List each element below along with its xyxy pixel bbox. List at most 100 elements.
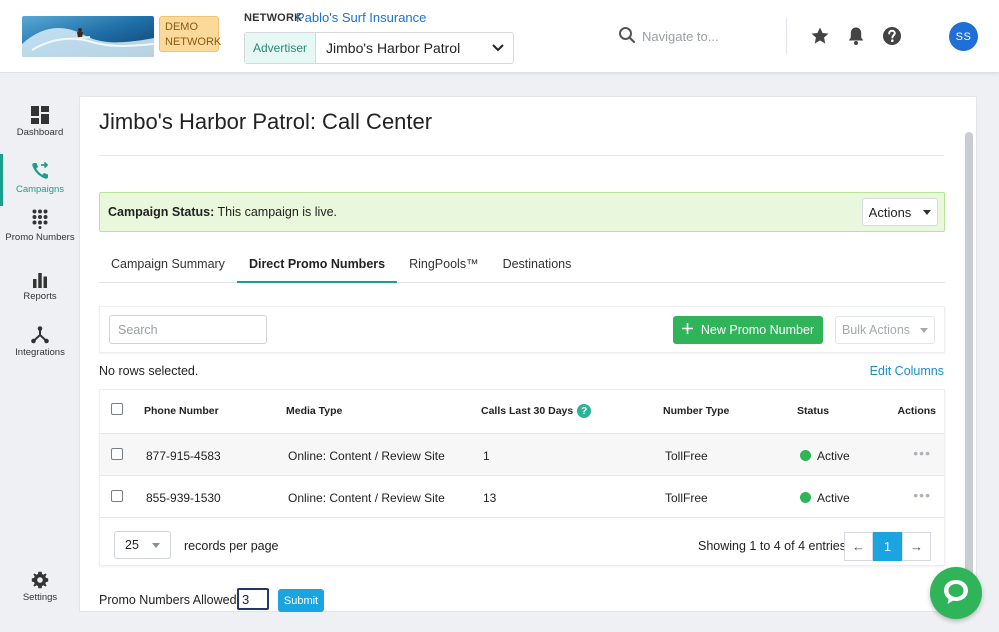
number-type-cell: TollFree bbox=[665, 449, 708, 463]
new-promo-number-button[interactable]: New Promo Number bbox=[673, 316, 823, 344]
status-text: Active bbox=[817, 491, 850, 505]
media-type-cell: Online: Content / Review Site bbox=[288, 491, 445, 505]
table-row: 855-939-1530 Online: Content / Review Si… bbox=[100, 476, 944, 518]
sidebar-item-campaigns[interactable]: Campaigns bbox=[0, 154, 80, 206]
next-page-button[interactable]: → bbox=[902, 532, 931, 561]
chat-widget-button[interactable] bbox=[930, 567, 982, 619]
main-card: Jimbo's Harbor Patrol: Call Center Campa… bbox=[79, 96, 977, 612]
actions-dropdown-button[interactable]: Actions bbox=[862, 198, 938, 226]
caret-down-icon bbox=[152, 543, 160, 548]
status-cell: Active bbox=[800, 491, 850, 505]
top-header: DEMO NETWORK NETWORK Pablo's Surf Insura… bbox=[0, 0, 999, 73]
promo-numbers-allowed-input[interactable] bbox=[237, 588, 269, 610]
tab-campaign-summary[interactable]: Campaign Summary bbox=[99, 257, 237, 283]
column-header-number-type[interactable]: Number Type bbox=[663, 405, 729, 417]
phone-number-cell[interactable]: 855-939-1530 bbox=[146, 491, 221, 505]
more-actions-icon[interactable]: ••• bbox=[913, 487, 931, 503]
sidebar-item-reports[interactable]: Reports bbox=[0, 272, 80, 302]
promo-numbers-allowed-label: Promo Numbers Allowed: bbox=[99, 593, 241, 607]
header-divider bbox=[786, 18, 787, 54]
page-scrollbar[interactable] bbox=[965, 132, 973, 602]
rows-selected-text: No rows selected. bbox=[99, 364, 199, 378]
bar-chart-icon bbox=[0, 272, 80, 288]
campaign-status-text: Campaign Status: This campaign is live. bbox=[108, 205, 337, 219]
sidebar-item-dashboard[interactable]: Dashboard bbox=[0, 106, 80, 138]
table-row: 877-915-4583 Online: Content / Review Si… bbox=[100, 434, 944, 476]
page-title: Jimbo's Harbor Patrol: Call Center bbox=[99, 109, 433, 134]
row-checkbox[interactable] bbox=[111, 448, 123, 460]
sidebar-item-promo-numbers[interactable]: Promo Numbers bbox=[0, 209, 80, 243]
search-input[interactable] bbox=[109, 315, 267, 344]
tab-destinations[interactable]: Destinations bbox=[491, 257, 584, 283]
submit-button[interactable]: Submit bbox=[278, 589, 324, 612]
bulk-actions-button[interactable]: Bulk Actions bbox=[835, 316, 935, 344]
column-header-actions: Actions bbox=[897, 405, 936, 417]
phone-number-cell[interactable]: 877-915-4583 bbox=[146, 449, 221, 463]
caret-down-icon bbox=[923, 209, 932, 215]
navigate-search[interactable]: Navigate to... bbox=[618, 26, 719, 47]
table-header-row: Phone Number Media Type Calls Last 30 Da… bbox=[100, 390, 944, 434]
prev-page-button[interactable]: ← bbox=[844, 532, 873, 561]
star-icon[interactable] bbox=[810, 26, 830, 46]
chat-bubble-icon bbox=[941, 577, 971, 610]
tab-ringpools[interactable]: RingPools™ bbox=[397, 257, 490, 283]
sidebar-item-integrations[interactable]: Integrations bbox=[0, 326, 80, 358]
column-header-phone-number[interactable]: Phone Number bbox=[144, 405, 219, 417]
sidebar-item-label: Campaigns bbox=[15, 184, 65, 195]
calls-header-label: Calls Last 30 Days bbox=[481, 404, 574, 417]
actions-label: Actions bbox=[868, 204, 912, 220]
network-name-link[interactable]: Pablo's Surf Insurance bbox=[296, 10, 426, 25]
column-header-calls-last-30-days[interactable]: Calls Last 30 Days? bbox=[481, 404, 592, 418]
status-active-dot-icon bbox=[800, 492, 811, 503]
caret-down-icon bbox=[920, 327, 929, 333]
column-header-media-type[interactable]: Media Type bbox=[286, 405, 342, 417]
column-header-status[interactable]: Status bbox=[797, 405, 829, 417]
campaign-tabs: Campaign Summary Direct Promo Numbers Ri… bbox=[99, 257, 945, 283]
network-label: NETWORK bbox=[244, 12, 303, 24]
status-active-dot-icon bbox=[800, 450, 811, 461]
gear-icon bbox=[0, 571, 80, 589]
brand-logo[interactable] bbox=[22, 16, 154, 57]
demo-network-badge: DEMO NETWORK bbox=[159, 16, 221, 52]
status-text: Active bbox=[817, 449, 850, 463]
campaign-status-value: This campaign is live. bbox=[217, 205, 338, 219]
number-type-cell: TollFree bbox=[665, 491, 708, 505]
integrations-icon bbox=[0, 326, 80, 344]
plus-icon bbox=[681, 323, 693, 337]
campaign-status-banner: Campaign Status: This campaign is live. … bbox=[99, 192, 945, 232]
sidebar-item-settings[interactable]: Settings bbox=[0, 571, 80, 603]
table-toolbar: New Promo Number Bulk Actions bbox=[99, 306, 945, 353]
select-all-checkbox[interactable] bbox=[111, 403, 123, 415]
bell-icon[interactable] bbox=[846, 26, 866, 46]
sidebar-item-label: Promo Numbers bbox=[5, 232, 75, 243]
media-type-cell: Online: Content / Review Site bbox=[288, 449, 445, 463]
more-actions-icon[interactable]: ••• bbox=[913, 445, 931, 461]
campaign-status-label: Campaign Status: bbox=[108, 205, 215, 219]
new-promo-number-label: New Promo Number bbox=[700, 323, 815, 337]
bulk-actions-label: Bulk Actions bbox=[841, 323, 911, 337]
help-icon[interactable] bbox=[882, 26, 902, 46]
sidebar-item-label: Reports bbox=[23, 291, 57, 302]
dashboard-icon bbox=[0, 106, 80, 124]
promo-numbers-table: Phone Number Media Type Calls Last 30 Da… bbox=[99, 389, 945, 566]
help-circle-icon[interactable]: ? bbox=[577, 404, 592, 418]
edit-columns-link[interactable]: Edit Columns bbox=[870, 364, 944, 378]
advertiser-select[interactable]: Advertiser Jimbo's Harbor Patrol bbox=[244, 32, 514, 64]
keypad-icon bbox=[0, 209, 80, 229]
records-per-page-value: 25 bbox=[125, 538, 139, 552]
showing-entries-text: Showing 1 to 4 of 4 entries bbox=[698, 539, 847, 553]
navigate-placeholder: Navigate to... bbox=[642, 29, 719, 44]
chevron-down-icon bbox=[483, 44, 513, 52]
sidebar: Dashboard Campaigns Promo Numbers Report… bbox=[0, 73, 80, 632]
records-per-page-select[interactable]: 25 bbox=[114, 531, 171, 559]
page-1-button[interactable]: 1 bbox=[873, 532, 902, 561]
title-divider bbox=[99, 155, 944, 156]
sidebar-item-label: Settings bbox=[22, 592, 58, 603]
user-avatar[interactable]: SS bbox=[949, 22, 978, 51]
row-checkbox[interactable] bbox=[111, 490, 123, 502]
search-icon bbox=[618, 26, 636, 47]
advertiser-value: Jimbo's Harbor Patrol bbox=[326, 40, 461, 56]
calls-cell: 13 bbox=[483, 491, 497, 505]
tab-direct-promo-numbers[interactable]: Direct Promo Numbers bbox=[236, 257, 398, 283]
sidebar-item-label: Integrations bbox=[15, 347, 65, 358]
